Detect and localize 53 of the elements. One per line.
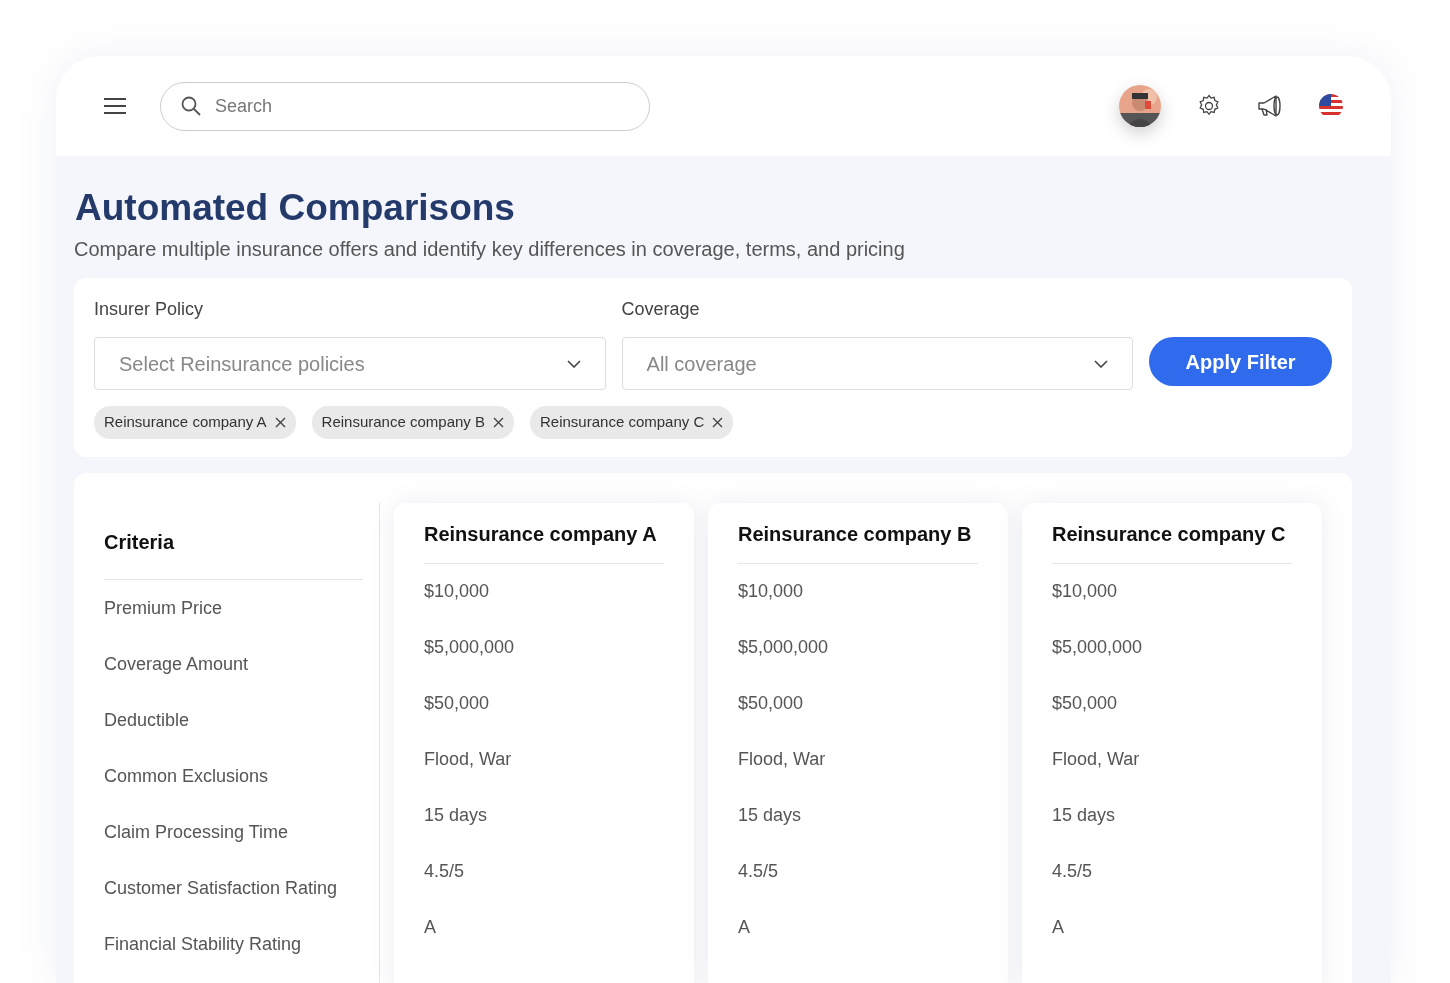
table-cell-text: $10,000 xyxy=(738,580,804,604)
close-icon[interactable] xyxy=(493,417,504,429)
table-cell-text: A xyxy=(424,916,436,940)
table-cell-text: $10,000 xyxy=(424,580,490,604)
column-header: Reinsurance company C xyxy=(1052,518,1292,564)
table-cell-text: $50,000 xyxy=(424,692,490,716)
table-cell-text: 4.5/5 xyxy=(424,860,465,884)
table-cell-text: $10,000 xyxy=(1052,580,1118,604)
chevron-down-icon xyxy=(1094,359,1109,368)
megaphone-icon[interactable] xyxy=(1257,94,1283,118)
settings-icon[interactable] xyxy=(1197,94,1221,118)
page-title: Automated Comparisons xyxy=(75,186,516,230)
menu-icon[interactable] xyxy=(104,97,126,115)
chevron-down-icon xyxy=(566,359,581,368)
dropdown-field[interactable]: Select Reinsurance policies xyxy=(94,337,606,391)
field-label: Insurer Policy xyxy=(94,298,205,322)
criteria-label: Customer Satisfaction Rating xyxy=(104,877,338,901)
filter-chip[interactable]: Reinsurance company C xyxy=(530,406,734,439)
close-icon[interactable] xyxy=(274,417,286,429)
search-field[interactable]: Search xyxy=(160,81,650,131)
field-label: Coverage xyxy=(621,298,701,322)
criteria-label: Coverage Amount xyxy=(104,653,249,677)
table-cell-text: $5,000,000 xyxy=(424,636,515,660)
dropdown-field[interactable]: All coverage xyxy=(621,337,1134,391)
column-header: Reinsurance company B xyxy=(738,518,978,564)
filter-chip[interactable]: Reinsurance company A xyxy=(94,406,296,439)
filter-chip[interactable]: Reinsurance company B xyxy=(311,406,514,439)
table-cell-text: 15 days xyxy=(738,804,802,828)
table-cell-text: 15 days xyxy=(424,804,488,828)
table-cell-text: 15 days xyxy=(1052,804,1116,828)
table-cell-text: A xyxy=(738,916,750,940)
table-cell-text: $50,000 xyxy=(1052,692,1118,716)
criteria-label: Premium Price xyxy=(104,597,223,621)
table-cell-text: $50,000 xyxy=(738,692,804,716)
criteria-label: Deductible xyxy=(104,709,190,733)
page-subtitle: Compare multiple insurance offers and identify key differences in coverage, terms, and pricing xyxy=(74,237,906,263)
apply-filter-button[interactable]: Apply Filter xyxy=(1149,337,1332,387)
search-icon xyxy=(181,96,201,116)
flag-icon[interactable] xyxy=(1319,94,1343,118)
criteria-label: Financial Stability Rating xyxy=(104,933,302,957)
table-cell-text: Flood, War xyxy=(738,748,826,772)
table-cell-text: Flood, War xyxy=(424,748,512,772)
column-header: Reinsurance company A xyxy=(424,518,664,564)
table-cell-text: A xyxy=(1052,916,1064,940)
table-cell-text: $5,000,000 xyxy=(738,636,829,660)
table-cell-text: 4.5/5 xyxy=(1052,860,1093,884)
criteria-label: Claim Processing Time xyxy=(104,821,289,845)
close-icon[interactable] xyxy=(712,417,724,429)
table-cell-text: Flood, War xyxy=(1052,748,1140,772)
table-cell-text: $5,000,000 xyxy=(1052,636,1143,660)
criteria-label: Common Exclusions xyxy=(104,765,269,789)
table-cell-text: 4.5/5 xyxy=(738,860,779,884)
column-header: Criteria xyxy=(104,502,363,580)
